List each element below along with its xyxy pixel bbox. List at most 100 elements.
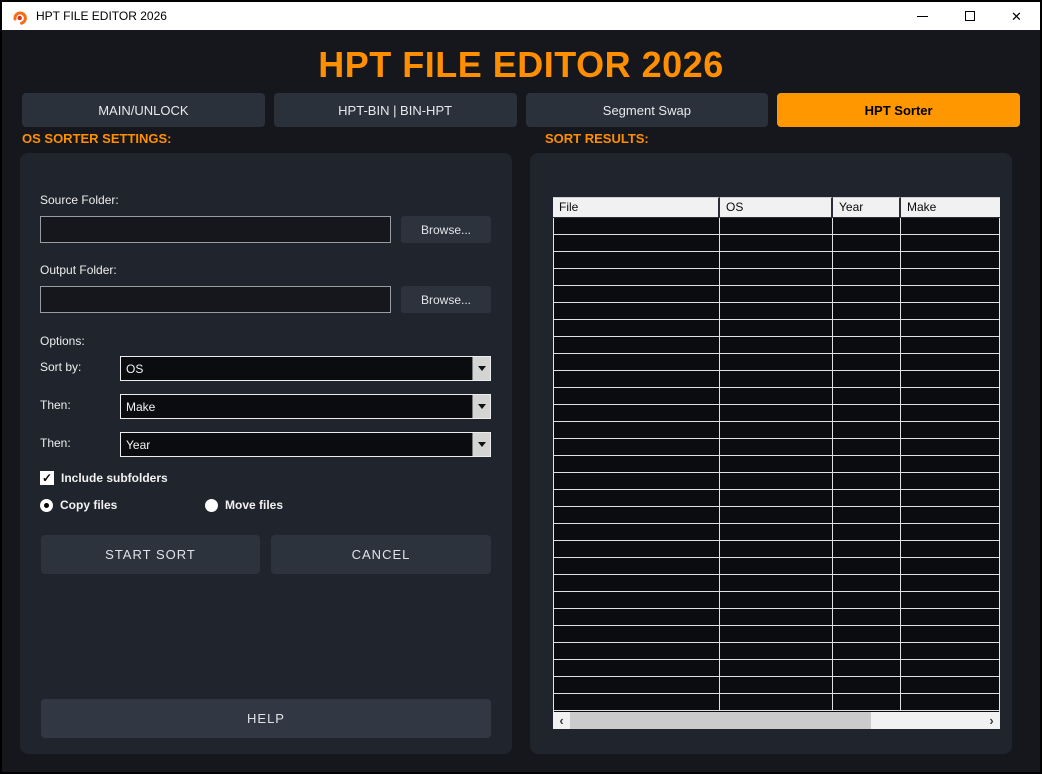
table-cell xyxy=(554,592,720,608)
table-cell xyxy=(833,337,901,353)
table-cell xyxy=(554,524,720,540)
table-cell xyxy=(833,473,901,489)
table-row xyxy=(554,507,999,524)
minimize-button[interactable] xyxy=(899,2,946,30)
table-row xyxy=(554,320,999,337)
include-subfolders-checkbox[interactable]: ✓ Include subfolders xyxy=(40,471,168,485)
table-cell xyxy=(720,235,833,251)
table-cell xyxy=(901,575,999,591)
results-table-header: File OS Year Make xyxy=(553,197,1000,218)
close-button[interactable]: ✕ xyxy=(993,2,1040,30)
tab-bar: MAIN/UNLOCK HPT-BIN | BIN-HPT Segment Sw… xyxy=(22,93,1020,127)
copy-files-radio[interactable]: Copy files xyxy=(40,498,117,512)
app-logo-icon xyxy=(13,11,27,25)
maximize-button[interactable] xyxy=(946,2,993,30)
table-cell xyxy=(901,541,999,557)
table-cell xyxy=(554,643,720,659)
checkbox-check-icon: ✓ xyxy=(40,471,54,485)
table-cell xyxy=(901,303,999,319)
table-cell xyxy=(901,456,999,472)
table-row xyxy=(554,524,999,541)
table-row xyxy=(554,422,999,439)
table-cell xyxy=(901,609,999,625)
sort-by-select[interactable]: OS xyxy=(120,356,491,381)
table-cell xyxy=(833,405,901,421)
output-browse-button[interactable]: Browse... xyxy=(401,286,491,313)
help-button[interactable]: HELP xyxy=(41,699,491,738)
header-cell-file[interactable]: File xyxy=(553,197,720,217)
table-cell xyxy=(901,592,999,608)
table-cell xyxy=(901,269,999,285)
then1-select[interactable]: Make xyxy=(120,394,491,419)
table-cell xyxy=(720,558,833,574)
cancel-button[interactable]: CANCEL xyxy=(271,535,491,574)
table-cell xyxy=(833,439,901,455)
source-browse-button[interactable]: Browse... xyxy=(401,216,491,243)
table-cell xyxy=(720,660,833,676)
header-cell-os[interactable]: OS xyxy=(720,197,833,217)
table-cell xyxy=(554,337,720,353)
table-row xyxy=(554,490,999,507)
table-cell xyxy=(720,575,833,591)
sorter-settings-title: OS SORTER SETTINGS: xyxy=(22,131,172,146)
table-cell xyxy=(554,507,720,523)
table-cell xyxy=(901,371,999,387)
tab-hpt-bin-bin-hpt[interactable]: HPT-BIN | BIN-HPT xyxy=(273,93,517,127)
scroll-left-arrow-icon[interactable]: ‹ xyxy=(553,712,570,729)
table-cell xyxy=(554,371,720,387)
table-row xyxy=(554,609,999,626)
table-cell xyxy=(901,626,999,642)
table-row xyxy=(554,456,999,473)
maximize-icon xyxy=(964,11,975,21)
table-row xyxy=(554,439,999,456)
table-cell xyxy=(901,320,999,336)
table-cell xyxy=(833,677,901,693)
scrollbar-thumb[interactable] xyxy=(570,712,872,729)
table-cell xyxy=(901,286,999,302)
horizontal-scrollbar: ‹ › xyxy=(553,712,1000,729)
chevron-down-icon[interactable] xyxy=(472,395,490,418)
table-cell xyxy=(833,490,901,506)
tab-main-unlock[interactable]: MAIN/UNLOCK xyxy=(22,93,265,127)
table-cell xyxy=(720,303,833,319)
table-row xyxy=(554,558,999,575)
move-files-radio[interactable]: Move files xyxy=(205,498,283,512)
scroll-right-arrow-icon[interactable]: › xyxy=(983,712,1000,729)
chevron-down-icon[interactable] xyxy=(472,433,490,456)
start-sort-button[interactable]: START SORT xyxy=(41,535,260,574)
table-cell xyxy=(554,218,720,234)
table-cell xyxy=(901,337,999,353)
copy-files-label: Copy files xyxy=(60,498,118,512)
close-icon: ✕ xyxy=(1011,8,1022,24)
chevron-down-icon[interactable] xyxy=(472,357,490,380)
table-cell xyxy=(554,490,720,506)
table-cell xyxy=(833,303,901,319)
table-row xyxy=(554,626,999,643)
scrollbar-track[interactable] xyxy=(570,712,983,729)
table-cell xyxy=(720,609,833,625)
table-cell xyxy=(901,694,999,710)
table-row xyxy=(554,354,999,371)
table-row xyxy=(554,252,999,269)
table-cell xyxy=(833,252,901,268)
source-folder-input[interactable] xyxy=(40,216,391,243)
table-row xyxy=(554,286,999,303)
tab-segment-swap[interactable]: Segment Swap xyxy=(525,93,769,127)
then2-label: Then: xyxy=(40,436,71,450)
window-controls: ✕ xyxy=(899,2,1040,30)
table-cell xyxy=(720,337,833,353)
table-cell xyxy=(554,405,720,421)
table-row xyxy=(554,592,999,609)
header-cell-year[interactable]: Year xyxy=(833,197,901,217)
sorter-settings-panel: Source Folder: Browse... Output Folder: … xyxy=(20,153,512,754)
then2-select[interactable]: Year xyxy=(120,432,491,457)
minimize-icon xyxy=(917,15,928,17)
tab-hpt-sorter[interactable]: HPT Sorter xyxy=(777,93,1020,127)
sort-results-panel: File OS Year Make ‹ › xyxy=(530,153,1012,754)
table-row xyxy=(554,660,999,677)
table-cell xyxy=(901,490,999,506)
output-folder-input[interactable] xyxy=(40,286,391,313)
table-row xyxy=(554,643,999,660)
table-cell xyxy=(720,473,833,489)
header-cell-make[interactable]: Make xyxy=(901,197,1000,217)
